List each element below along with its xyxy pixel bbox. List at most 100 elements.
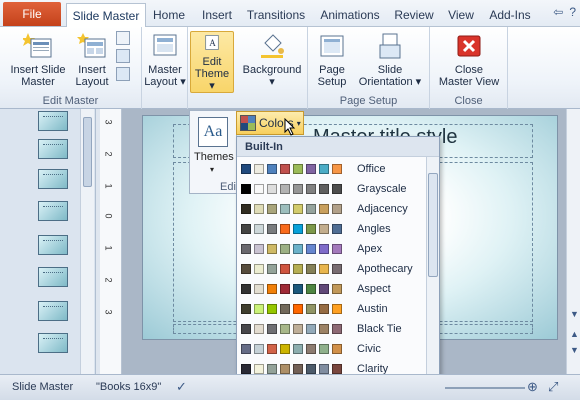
color-scheme-name: Apex (357, 243, 383, 255)
color-swatch (319, 204, 329, 214)
zoom-in-icon[interactable]: ⊕ (527, 379, 538, 395)
tab-review[interactable]: Review (392, 3, 436, 27)
master-layout-icon (153, 34, 177, 56)
color-swatch (332, 244, 342, 254)
color-scheme-name: Civic (357, 343, 381, 355)
color-swatch (241, 364, 251, 374)
color-scheme-item[interactable]: Aspect (241, 279, 427, 299)
color-swatch (332, 304, 342, 314)
colors-icon (240, 115, 256, 131)
color-scheme-item[interactable]: Apothecary (241, 259, 427, 279)
color-swatch (280, 324, 290, 334)
scrollbar-thumb[interactable] (428, 173, 438, 277)
status-view-name: Slide Master (12, 381, 74, 393)
color-scheme-item[interactable]: Black Tie (241, 319, 427, 339)
help-icon[interactable]: ? (569, 5, 576, 19)
gallery-scrollbar[interactable] (426, 157, 439, 399)
color-swatch (332, 324, 342, 334)
layout-thumbnail[interactable] (38, 235, 68, 255)
fit-to-window-icon[interactable]: ⤢ (548, 379, 558, 395)
slide-vertical-scrollbar[interactable]: ▼ ▲ ▼ (566, 109, 580, 374)
close-master-view-button[interactable]: Close Master View (434, 31, 504, 88)
color-swatch (267, 364, 277, 374)
color-swatch (319, 224, 329, 234)
layout-thumbnail[interactable] (38, 267, 68, 287)
zoom-slider[interactable] (445, 387, 525, 389)
insert-slide-master-button[interactable]: Insert Slide Master (6, 31, 70, 88)
layout-thumbnail[interactable] (38, 111, 68, 131)
color-swatch (293, 204, 303, 214)
vertical-ruler: 3 2 1 0 1 2 3 (100, 109, 122, 374)
color-swatch (241, 224, 251, 234)
color-swatch (306, 244, 316, 254)
color-scheme-item[interactable]: Grayscale (241, 179, 427, 199)
scroll-down-icon[interactable]: ▼ (570, 309, 579, 319)
color-scheme-item[interactable]: Civic (241, 339, 427, 359)
color-scheme-item[interactable]: Angles (241, 219, 427, 239)
edit-theme-button[interactable]: A Edit Theme ▾ (190, 31, 234, 93)
background-button[interactable]: Background ▾ (238, 31, 306, 88)
color-swatch (293, 244, 303, 254)
spelling-check-icon[interactable]: ✓ (176, 379, 187, 395)
minimize-ribbon-icon[interactable]: ⇦ (553, 5, 563, 19)
layout-thumbnail[interactable] (38, 139, 68, 159)
color-swatch (254, 324, 264, 334)
color-swatch (306, 264, 316, 274)
group-edit-master: Insert Slide Master Insert Layout Edit M… (0, 27, 142, 109)
color-scheme-item[interactable]: Austin (241, 299, 427, 319)
color-swatch (254, 304, 264, 314)
color-swatch (254, 244, 264, 254)
page-setup-button[interactable]: Page Setup (312, 31, 352, 88)
previous-slide-icon[interactable]: ▲ (570, 329, 579, 339)
mouse-pointer-icon (284, 118, 296, 136)
themes-button-label[interactable]: Themes (194, 151, 234, 163)
tab-transitions[interactable]: Transitions (244, 3, 308, 27)
tab-insert[interactable]: Insert (197, 3, 237, 27)
tab-home[interactable]: Home (150, 3, 188, 27)
insert-layout-label: Insert Layout (75, 64, 109, 88)
tab-file[interactable]: File (3, 2, 61, 26)
themes-icon[interactable]: Aa (198, 117, 228, 147)
status-bar: Slide Master "Books 16x9" ✓ ⊕ ⤢ (0, 374, 580, 400)
color-swatch (254, 184, 264, 194)
color-swatch (254, 364, 264, 374)
delete-slide-icon[interactable] (116, 31, 130, 45)
chevron-down-icon[interactable]: ▾ (210, 165, 214, 174)
tab-add-ins[interactable]: Add-Ins (487, 3, 533, 27)
color-swatch (241, 344, 251, 354)
tab-animations[interactable]: Animations (318, 3, 382, 27)
color-swatch (319, 264, 329, 274)
tab-slide-master[interactable]: Slide Master (66, 3, 146, 27)
layout-thumbnail[interactable] (38, 169, 68, 189)
color-swatch (319, 244, 329, 254)
paint-bucket-icon (261, 34, 284, 58)
insert-layout-button[interactable]: Insert Layout (72, 31, 112, 88)
color-swatch (332, 344, 342, 354)
master-layout-button[interactable]: Master Layout ▾ (144, 31, 186, 88)
layout-thumbnail[interactable] (38, 301, 68, 321)
group-label-close: Close (454, 95, 483, 107)
slide-orientation-button[interactable]: Slide Orientation ▾ (354, 31, 426, 88)
next-slide-icon[interactable]: ▼ (570, 345, 579, 355)
slide-orientation-icon (379, 33, 401, 59)
color-swatch (241, 244, 251, 254)
layout-thumbnail[interactable] (38, 201, 68, 221)
color-scheme-item[interactable]: Adjacency (241, 199, 427, 219)
color-swatch (306, 224, 316, 234)
layout-thumbnail[interactable] (38, 333, 68, 353)
thumbnail-scrollbar[interactable] (80, 109, 94, 374)
color-swatch (254, 344, 264, 354)
slide-orientation-label: Slide Orientation ▾ (358, 64, 422, 88)
color-scheme-item[interactable]: Apex (241, 239, 427, 259)
tab-view[interactable]: View (445, 3, 477, 27)
themes-dropdown-panel: Aa Themes ▾ Edi (189, 110, 237, 194)
color-swatch (280, 284, 290, 294)
scrollbar-thumb[interactable] (83, 117, 92, 187)
preserve-icon[interactable] (116, 67, 130, 81)
rename-icon[interactable] (116, 49, 130, 63)
group-page-setup: Page Setup Slide Orientation ▾ Page Setu… (308, 27, 430, 109)
color-swatch (293, 304, 303, 314)
color-swatch (319, 184, 329, 194)
ruler-tick: 1 (103, 183, 114, 189)
color-scheme-item[interactable]: Office (241, 159, 427, 179)
